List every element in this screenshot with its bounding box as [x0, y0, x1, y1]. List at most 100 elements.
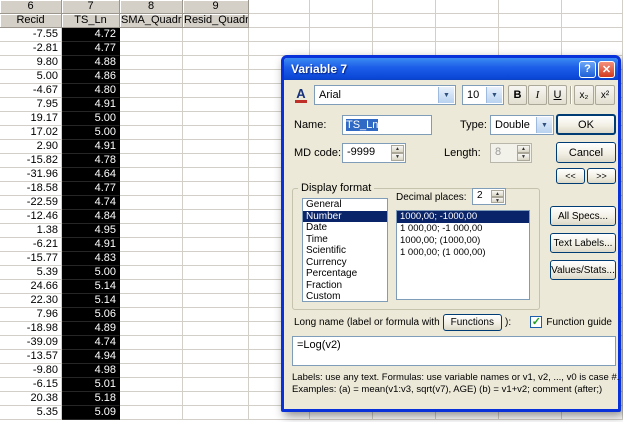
cell[interactable] — [120, 378, 183, 392]
cell[interactable] — [373, 42, 436, 56]
md-code-spinner[interactable]: -9999 ▲▼ — [342, 143, 406, 163]
ts-ln-cell[interactable]: 4.80 — [62, 84, 120, 98]
cell[interactable] — [183, 224, 249, 238]
cell[interactable] — [183, 378, 249, 392]
recid-cell[interactable]: -22.59 — [0, 196, 62, 210]
cell[interactable] — [373, 0, 436, 14]
ts-ln-cell[interactable]: 5.06 — [62, 308, 120, 322]
recid-cell[interactable]: -6.21 — [0, 238, 62, 252]
recid-cell[interactable]: -12.46 — [0, 210, 62, 224]
cell[interactable] — [120, 294, 183, 308]
ts-ln-cell[interactable]: 4.91 — [62, 140, 120, 154]
cell[interactable] — [436, 28, 499, 42]
ts-ln-cell[interactable]: 4.86 — [62, 70, 120, 84]
cell[interactable] — [183, 280, 249, 294]
ts-ln-cell[interactable]: 4.72 — [62, 28, 120, 42]
cell[interactable] — [120, 224, 183, 238]
chevron-down-icon[interactable]: ▼ — [486, 87, 502, 103]
ts-ln-cell[interactable]: 4.64 — [62, 168, 120, 182]
ts-ln-cell[interactable]: 5.18 — [62, 392, 120, 406]
recid-cell[interactable]: 17.02 — [0, 126, 62, 140]
recid-cell[interactable]: -18.58 — [0, 182, 62, 196]
cell[interactable] — [120, 126, 183, 140]
cell[interactable] — [436, 14, 499, 28]
cell[interactable] — [120, 406, 183, 420]
ts-ln-cell[interactable]: 4.95 — [62, 224, 120, 238]
ts-ln-cell[interactable]: 4.84 — [62, 210, 120, 224]
functions-button[interactable]: Functions — [443, 314, 502, 331]
cell[interactable] — [436, 42, 499, 56]
cell[interactable] — [562, 42, 623, 56]
recid-cell[interactable]: 5.00 — [0, 70, 62, 84]
spin-down-icon[interactable]: ▼ — [491, 197, 504, 204]
ts-ln-cell[interactable]: 5.14 — [62, 280, 120, 294]
list-item[interactable]: Scientific — [303, 245, 387, 257]
recid-cell[interactable]: 20.38 — [0, 392, 62, 406]
cell[interactable] — [373, 14, 436, 28]
format-category-list[interactable]: GeneralNumberDateTimeScientificCurrencyP… — [302, 198, 388, 302]
cell[interactable] — [120, 56, 183, 70]
cell[interactable] — [373, 28, 436, 42]
list-item[interactable]: Percentage — [303, 268, 387, 280]
recid-cell[interactable]: -15.77 — [0, 252, 62, 266]
cell[interactable] — [120, 392, 183, 406]
recid-cell[interactable]: 5.39 — [0, 266, 62, 280]
cell[interactable] — [183, 350, 249, 364]
ts-ln-cell[interactable]: 4.91 — [62, 98, 120, 112]
cell[interactable] — [120, 252, 183, 266]
cell[interactable] — [120, 154, 183, 168]
function-guide-checkbox[interactable]: ✓ — [530, 316, 542, 328]
list-item[interactable]: Number — [303, 211, 387, 223]
cell[interactable] — [310, 14, 373, 28]
column-name-header[interactable]: SMA_Quadr — [120, 14, 183, 28]
recid-cell[interactable]: 7.96 — [0, 308, 62, 322]
ts-ln-cell[interactable]: 4.94 — [62, 350, 120, 364]
cell[interactable] — [183, 196, 249, 210]
recid-cell[interactable]: -15.82 — [0, 154, 62, 168]
column-number-header[interactable]: 9 — [183, 0, 249, 14]
cell[interactable] — [120, 196, 183, 210]
all-specs-button[interactable]: All Specs... — [550, 206, 616, 226]
ts-ln-cell[interactable]: 4.74 — [62, 196, 120, 210]
cell[interactable] — [310, 28, 373, 42]
cell[interactable] — [499, 0, 562, 14]
superscript-button[interactable]: x² — [595, 85, 615, 105]
cell[interactable] — [183, 98, 249, 112]
cell[interactable] — [120, 140, 183, 154]
ts-ln-cell[interactable]: 5.01 — [62, 378, 120, 392]
recid-cell[interactable]: -9.80 — [0, 364, 62, 378]
ts-ln-cell[interactable]: 4.91 — [62, 238, 120, 252]
column-number-header[interactable]: 8 — [120, 0, 183, 14]
subscript-button[interactable]: x₂ — [574, 85, 594, 105]
cell[interactable] — [183, 182, 249, 196]
cell[interactable] — [249, 14, 310, 28]
cell[interactable] — [120, 322, 183, 336]
cell[interactable] — [436, 0, 499, 14]
dialog-titlebar[interactable]: Variable 7 ? ✕ — [284, 58, 618, 80]
ts-ln-cell[interactable]: 5.00 — [62, 112, 120, 126]
spin-down-icon[interactable]: ▼ — [391, 153, 404, 161]
recid-cell[interactable]: 24.66 — [0, 280, 62, 294]
cell[interactable] — [183, 364, 249, 378]
recid-cell[interactable]: 2.90 — [0, 140, 62, 154]
recid-cell[interactable]: 9.80 — [0, 56, 62, 70]
underline-button[interactable]: U — [548, 85, 567, 105]
ts-ln-cell[interactable]: 4.77 — [62, 42, 120, 56]
cell[interactable] — [183, 336, 249, 350]
ts-ln-cell[interactable]: 5.00 — [62, 126, 120, 140]
list-item[interactable]: Time — [303, 234, 387, 246]
cell[interactable] — [310, 0, 373, 14]
values-stats-button[interactable]: Values/Stats... — [550, 260, 616, 280]
previous-variable-button[interactable]: << — [556, 168, 585, 184]
cell[interactable] — [183, 84, 249, 98]
list-item[interactable]: 1000,00; (1000,00) — [397, 235, 529, 247]
cell[interactable] — [183, 126, 249, 140]
ts-ln-cell[interactable]: 5.14 — [62, 294, 120, 308]
ts-ln-cell[interactable]: 4.98 — [62, 364, 120, 378]
cell[interactable] — [183, 168, 249, 182]
chevron-down-icon[interactable]: ▼ — [438, 87, 454, 103]
ts-ln-cell[interactable]: 4.77 — [62, 182, 120, 196]
cell[interactable] — [183, 42, 249, 56]
cell[interactable] — [183, 392, 249, 406]
chevron-down-icon[interactable]: ▼ — [536, 117, 552, 133]
